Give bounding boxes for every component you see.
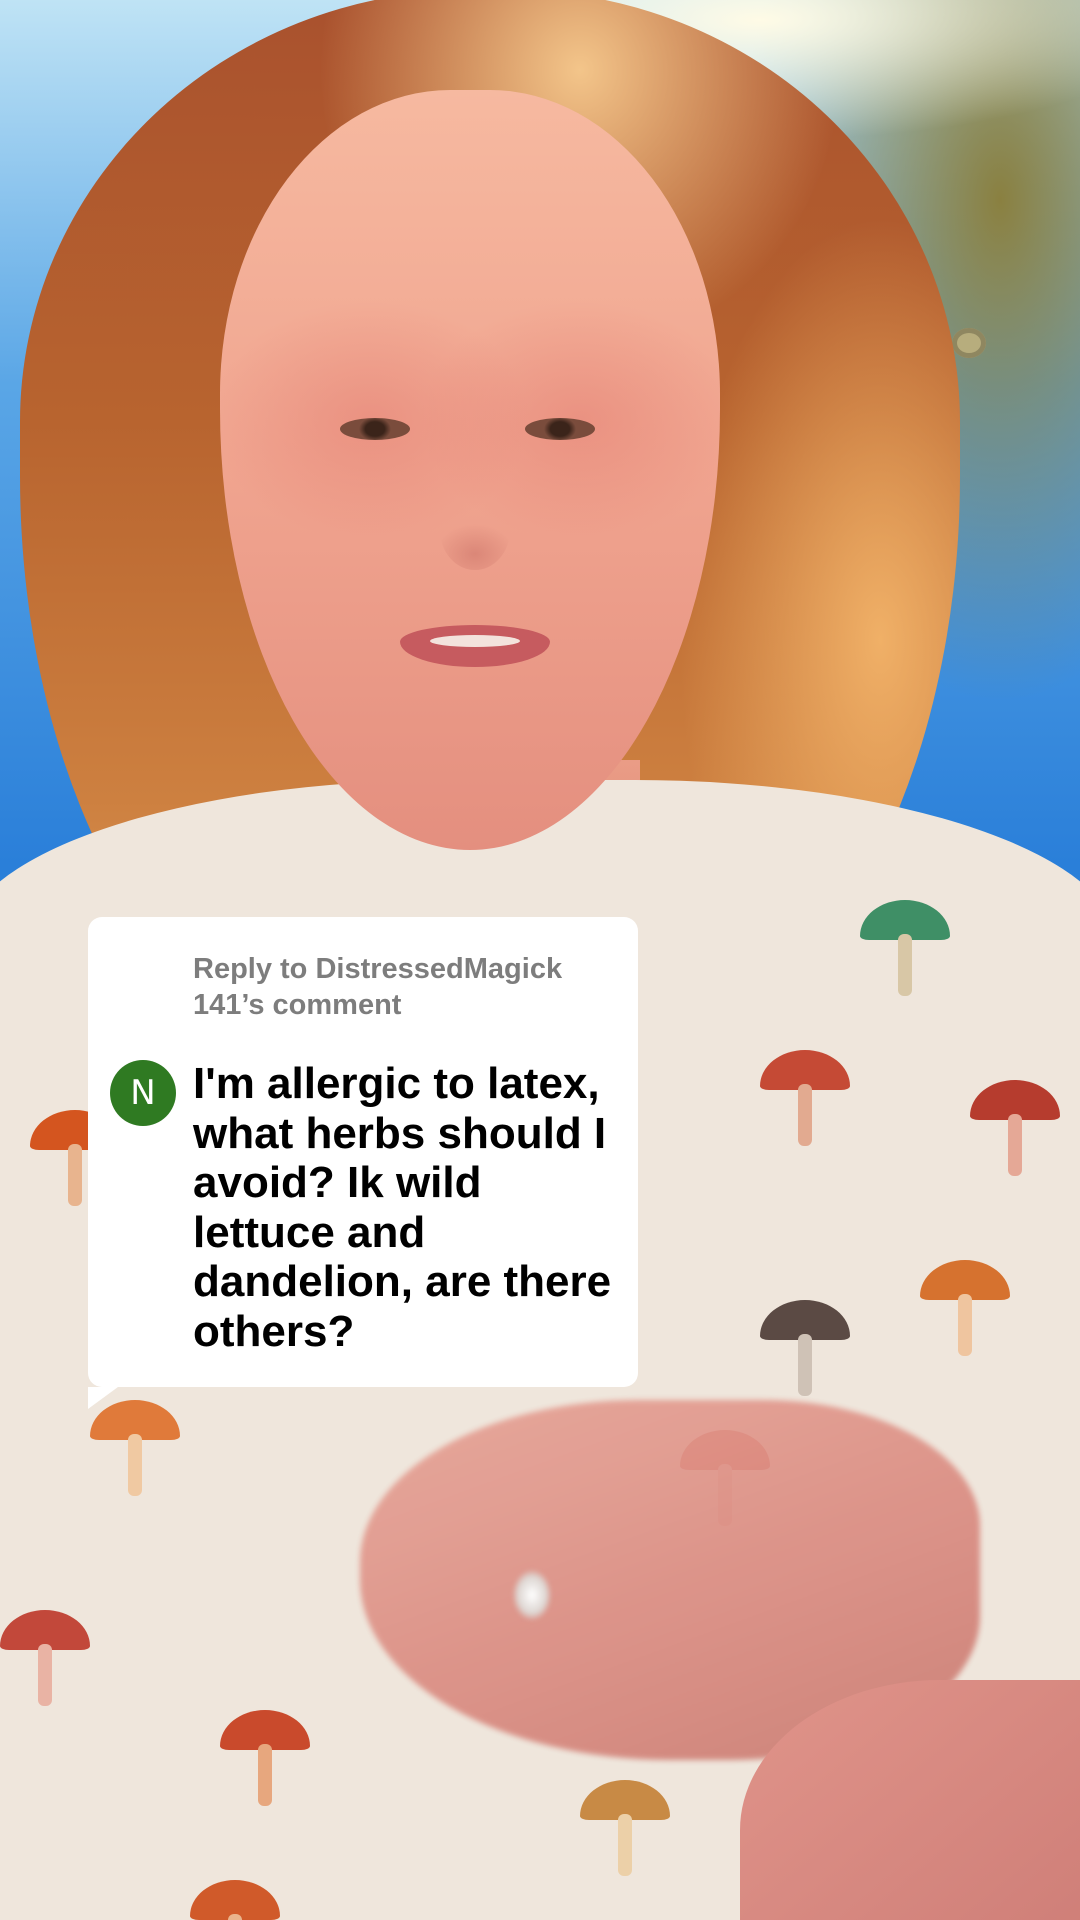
- mushroom-print: [580, 1780, 670, 1880]
- ceiling-fixture: [952, 328, 986, 358]
- mushroom-print: [760, 1050, 850, 1150]
- left-eye: [340, 418, 410, 440]
- mushroom-print: [0, 1610, 90, 1710]
- mushroom-print: [970, 1080, 1060, 1180]
- nose: [440, 490, 510, 570]
- mushroom-print: [190, 1880, 280, 1920]
- mushroom-print: [920, 1260, 1010, 1360]
- commenter-avatar-icon[interactable]: N: [110, 1060, 176, 1126]
- reply-comment-card[interactable]: Reply to DistressedMagick 141’s comment …: [88, 917, 638, 1409]
- mushroom-print: [90, 1400, 180, 1500]
- mushroom-print: [860, 900, 950, 1000]
- mushroom-print: [220, 1710, 310, 1810]
- ring: [500, 1555, 564, 1635]
- right-eye: [525, 418, 595, 440]
- mushroom-print: [760, 1300, 850, 1400]
- mouth: [400, 625, 550, 667]
- reply-to-header: Reply to DistressedMagick 141’s comment: [193, 953, 563, 1021]
- comment-text: I'm allergic to latex, what herbs should…: [193, 1059, 612, 1356]
- video-frame[interactable]: Reply to DistressedMagick 141’s comment …: [0, 0, 1080, 1920]
